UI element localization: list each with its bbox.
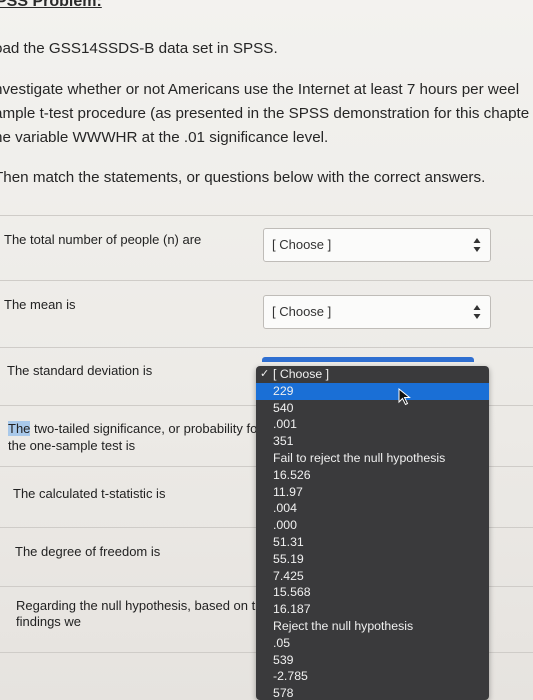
- page: PSS Problem: oad the GSS14SSDS-B data se…: [0, 0, 533, 700]
- dropdown-option[interactable]: 16.187: [256, 601, 489, 618]
- dropdown-option[interactable]: 11.97: [256, 484, 489, 501]
- dropdown-option[interactable]: 15.568: [256, 584, 489, 601]
- dropdown-option[interactable]: 351: [256, 433, 489, 450]
- question-significance-label-line2: the one-sample test is: [8, 438, 136, 453]
- instruction-line-2: nvestigate whether or not Americans use …: [0, 81, 520, 98]
- divider: [0, 347, 533, 348]
- question-null-hypothesis-label-line2: findings we: [16, 614, 82, 629]
- up-down-arrows-icon: [473, 238, 481, 252]
- question-n-label: The total number of people (n) are: [4, 232, 202, 247]
- answer-select-n-value: [ Choose ]: [272, 237, 332, 252]
- dropdown-option[interactable]: .004: [256, 500, 489, 517]
- dropdown-option-highlighted[interactable]: 229: [256, 382, 489, 400]
- answer-select-mean-value: [ Choose ]: [272, 304, 332, 319]
- up-down-arrows-icon: [473, 305, 481, 319]
- dropdown-option[interactable]: -2.785: [256, 668, 489, 685]
- dropdown-option[interactable]: 540: [256, 400, 489, 417]
- dropdown-option[interactable]: 578: [256, 685, 489, 700]
- dropdown-option[interactable]: 7.425: [256, 568, 489, 585]
- divider: [0, 280, 533, 281]
- dropdown-option[interactable]: 55.19: [256, 551, 489, 568]
- answer-dropdown-menu[interactable]: ✓[ Choose ] 229 540 .001 351 Fail to rej…: [256, 366, 489, 700]
- question-tstat-label: The calculated t-statistic is: [13, 486, 166, 501]
- page-heading: PSS Problem:: [0, 0, 102, 10]
- instruction-line-4: he variable WWWHR at the .01 significanc…: [0, 129, 329, 146]
- dropdown-option[interactable]: 51.31: [256, 534, 489, 551]
- question-sd-label: The standard deviation is: [7, 363, 153, 378]
- dropdown-option[interactable]: .000: [256, 517, 489, 534]
- selected-text: The: [8, 421, 31, 436]
- divider: [0, 215, 533, 216]
- answer-select-mean[interactable]: [ Choose ]: [263, 295, 491, 329]
- dropdown-option[interactable]: Reject the null hypothesis: [256, 618, 489, 635]
- dropdown-option[interactable]: 539: [256, 652, 489, 669]
- mouse-pointer-icon: [398, 388, 411, 406]
- question-significance-label: The two-tailed significance, or probabil…: [8, 421, 258, 436]
- instruction-line-3: ample t-test procedure (as presented in …: [0, 105, 530, 122]
- dropdown-option[interactable]: .001: [256, 416, 489, 433]
- instruction-line-5: Then match the statements, or questions …: [0, 169, 486, 186]
- dropdown-option[interactable]: ✓[ Choose ]: [256, 366, 489, 383]
- answer-select-n[interactable]: [ Choose ]: [263, 228, 491, 262]
- question-mean-label: The mean is: [4, 297, 76, 312]
- dropdown-option[interactable]: .05: [256, 635, 489, 652]
- answer-select-sd-focus[interactable]: [262, 357, 474, 362]
- dropdown-option[interactable]: 16.526: [256, 467, 489, 484]
- question-null-hypothesis-label: Regarding the null hypothesis, based on …: [16, 598, 256, 613]
- checkmark-icon: ✓: [260, 368, 270, 380]
- instruction-line-1: oad the GSS14SSDS-B data set in SPSS.: [0, 40, 278, 57]
- dropdown-option[interactable]: Fail to reject the null hypothesis: [256, 450, 489, 467]
- question-df-label: The degree of freedom is: [15, 544, 161, 559]
